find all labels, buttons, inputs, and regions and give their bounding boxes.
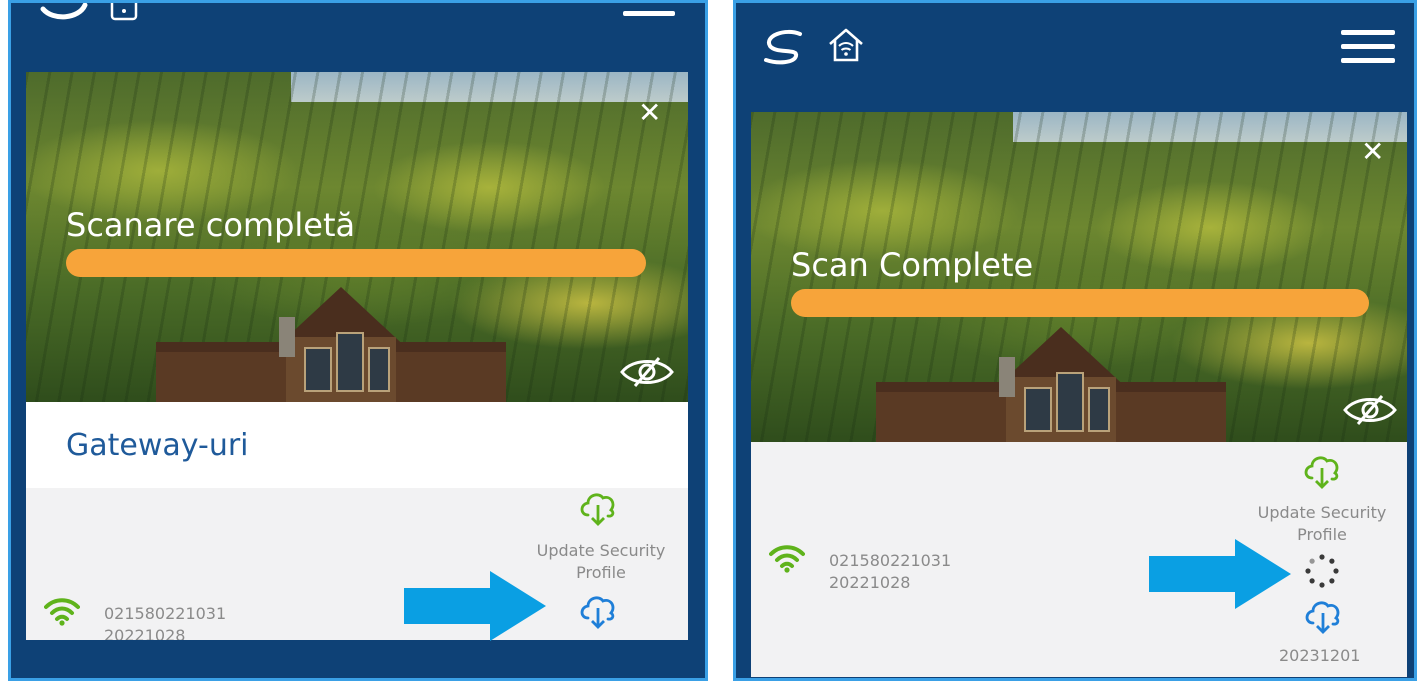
cloud-download-blue-icon[interactable]: [577, 590, 619, 632]
gateways-header: Gateway-uri: [26, 402, 688, 488]
hero-image: Scanare completă ✕: [26, 72, 688, 402]
s-logo-icon[interactable]: [39, 0, 89, 23]
device-info: 021580221031 20221028: [104, 603, 226, 640]
hamburger-menu-icon[interactable]: [623, 11, 675, 16]
hero-image: Scan Complete ✕: [751, 112, 1407, 442]
scan-status-title: Scan Complete: [791, 246, 1034, 284]
cloud-download-green-icon[interactable]: [577, 487, 619, 529]
scan-progress-bar: [791, 289, 1369, 317]
close-icon[interactable]: ✕: [1361, 138, 1384, 166]
device-id: 021580221031: [104, 604, 227, 623]
pointer-arrow-icon: [1149, 539, 1291, 609]
scan-card: Scanare completă ✕ Gateway-uri Update Se…: [26, 72, 688, 640]
device-date: 20221028: [829, 573, 911, 592]
device-date: 20221028: [104, 626, 186, 640]
scan-card: Scan Complete ✕ Update Security Profile: [751, 112, 1407, 677]
wifi-signal-icon: [769, 545, 805, 573]
eye-slash-icon[interactable]: [1342, 393, 1398, 427]
loading-spinner-icon: [1305, 554, 1339, 588]
pointer-arrow-icon: [404, 571, 546, 641]
house-illustration: [876, 327, 1226, 442]
cloud-download-blue-icon[interactable]: [1302, 595, 1344, 637]
close-icon[interactable]: ✕: [638, 99, 661, 127]
phone-screenshot-english: Scan Complete ✕ Update Security Profile: [733, 0, 1417, 681]
eye-slash-icon[interactable]: [619, 355, 675, 389]
scan-progress-bar: [66, 249, 646, 277]
cloud-download-green-icon[interactable]: [1301, 450, 1343, 492]
profile-date: 20231201: [1279, 646, 1361, 665]
home-wifi-icon[interactable]: [109, 0, 139, 23]
house-illustration: [156, 287, 506, 402]
s-logo-icon[interactable]: [760, 28, 806, 66]
section-title: Gateway-uri: [66, 428, 249, 463]
update-security-profile-label[interactable]: Update Security Profile: [526, 540, 676, 584]
phone-screenshot-romanian: Scanare completă ✕ Gateway-uri Update Se…: [8, 0, 708, 681]
scan-status-title: Scanare completă: [66, 206, 356, 244]
device-info: 021580221031 20221028: [829, 550, 951, 594]
hamburger-menu-icon[interactable]: [1341, 30, 1395, 63]
wifi-signal-icon: [44, 598, 80, 626]
device-id: 021580221031: [829, 551, 952, 570]
home-wifi-icon[interactable]: [826, 25, 866, 65]
